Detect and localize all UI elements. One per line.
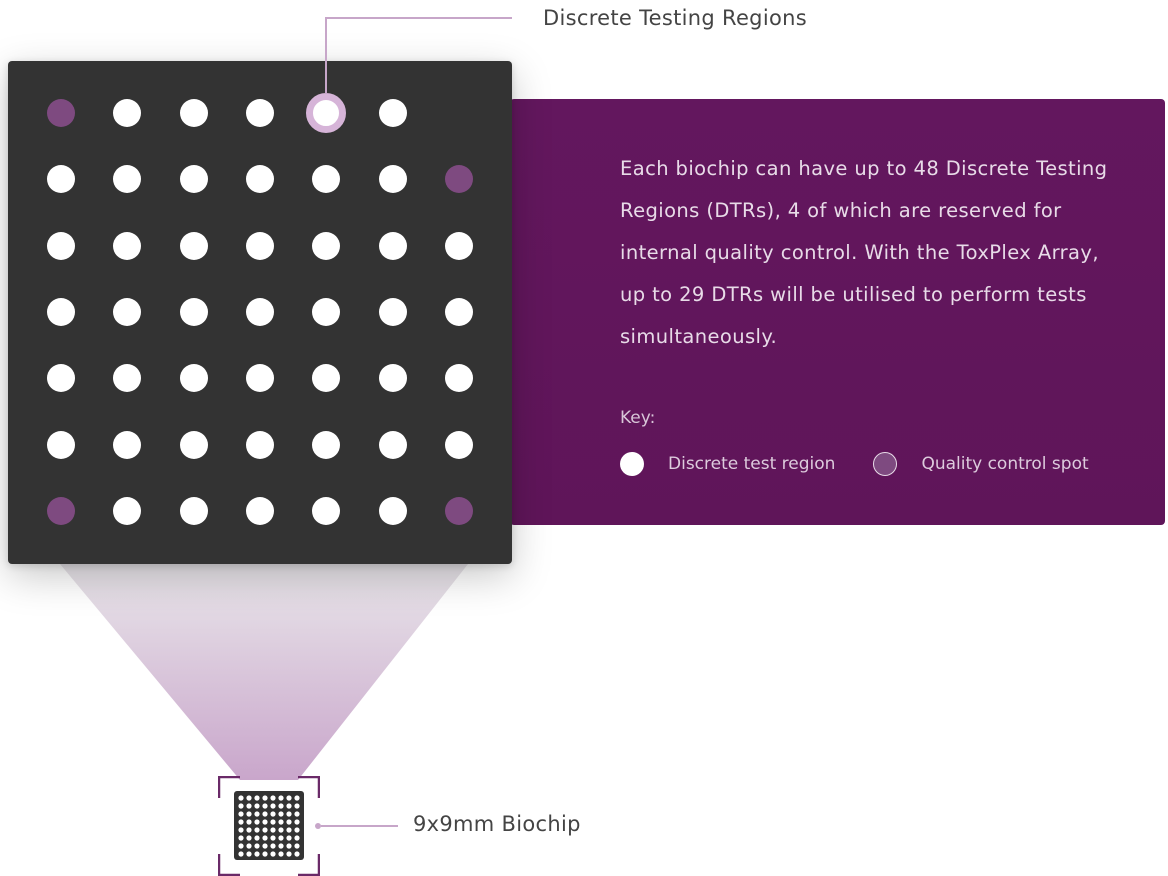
biochip-leader-line <box>315 823 398 829</box>
